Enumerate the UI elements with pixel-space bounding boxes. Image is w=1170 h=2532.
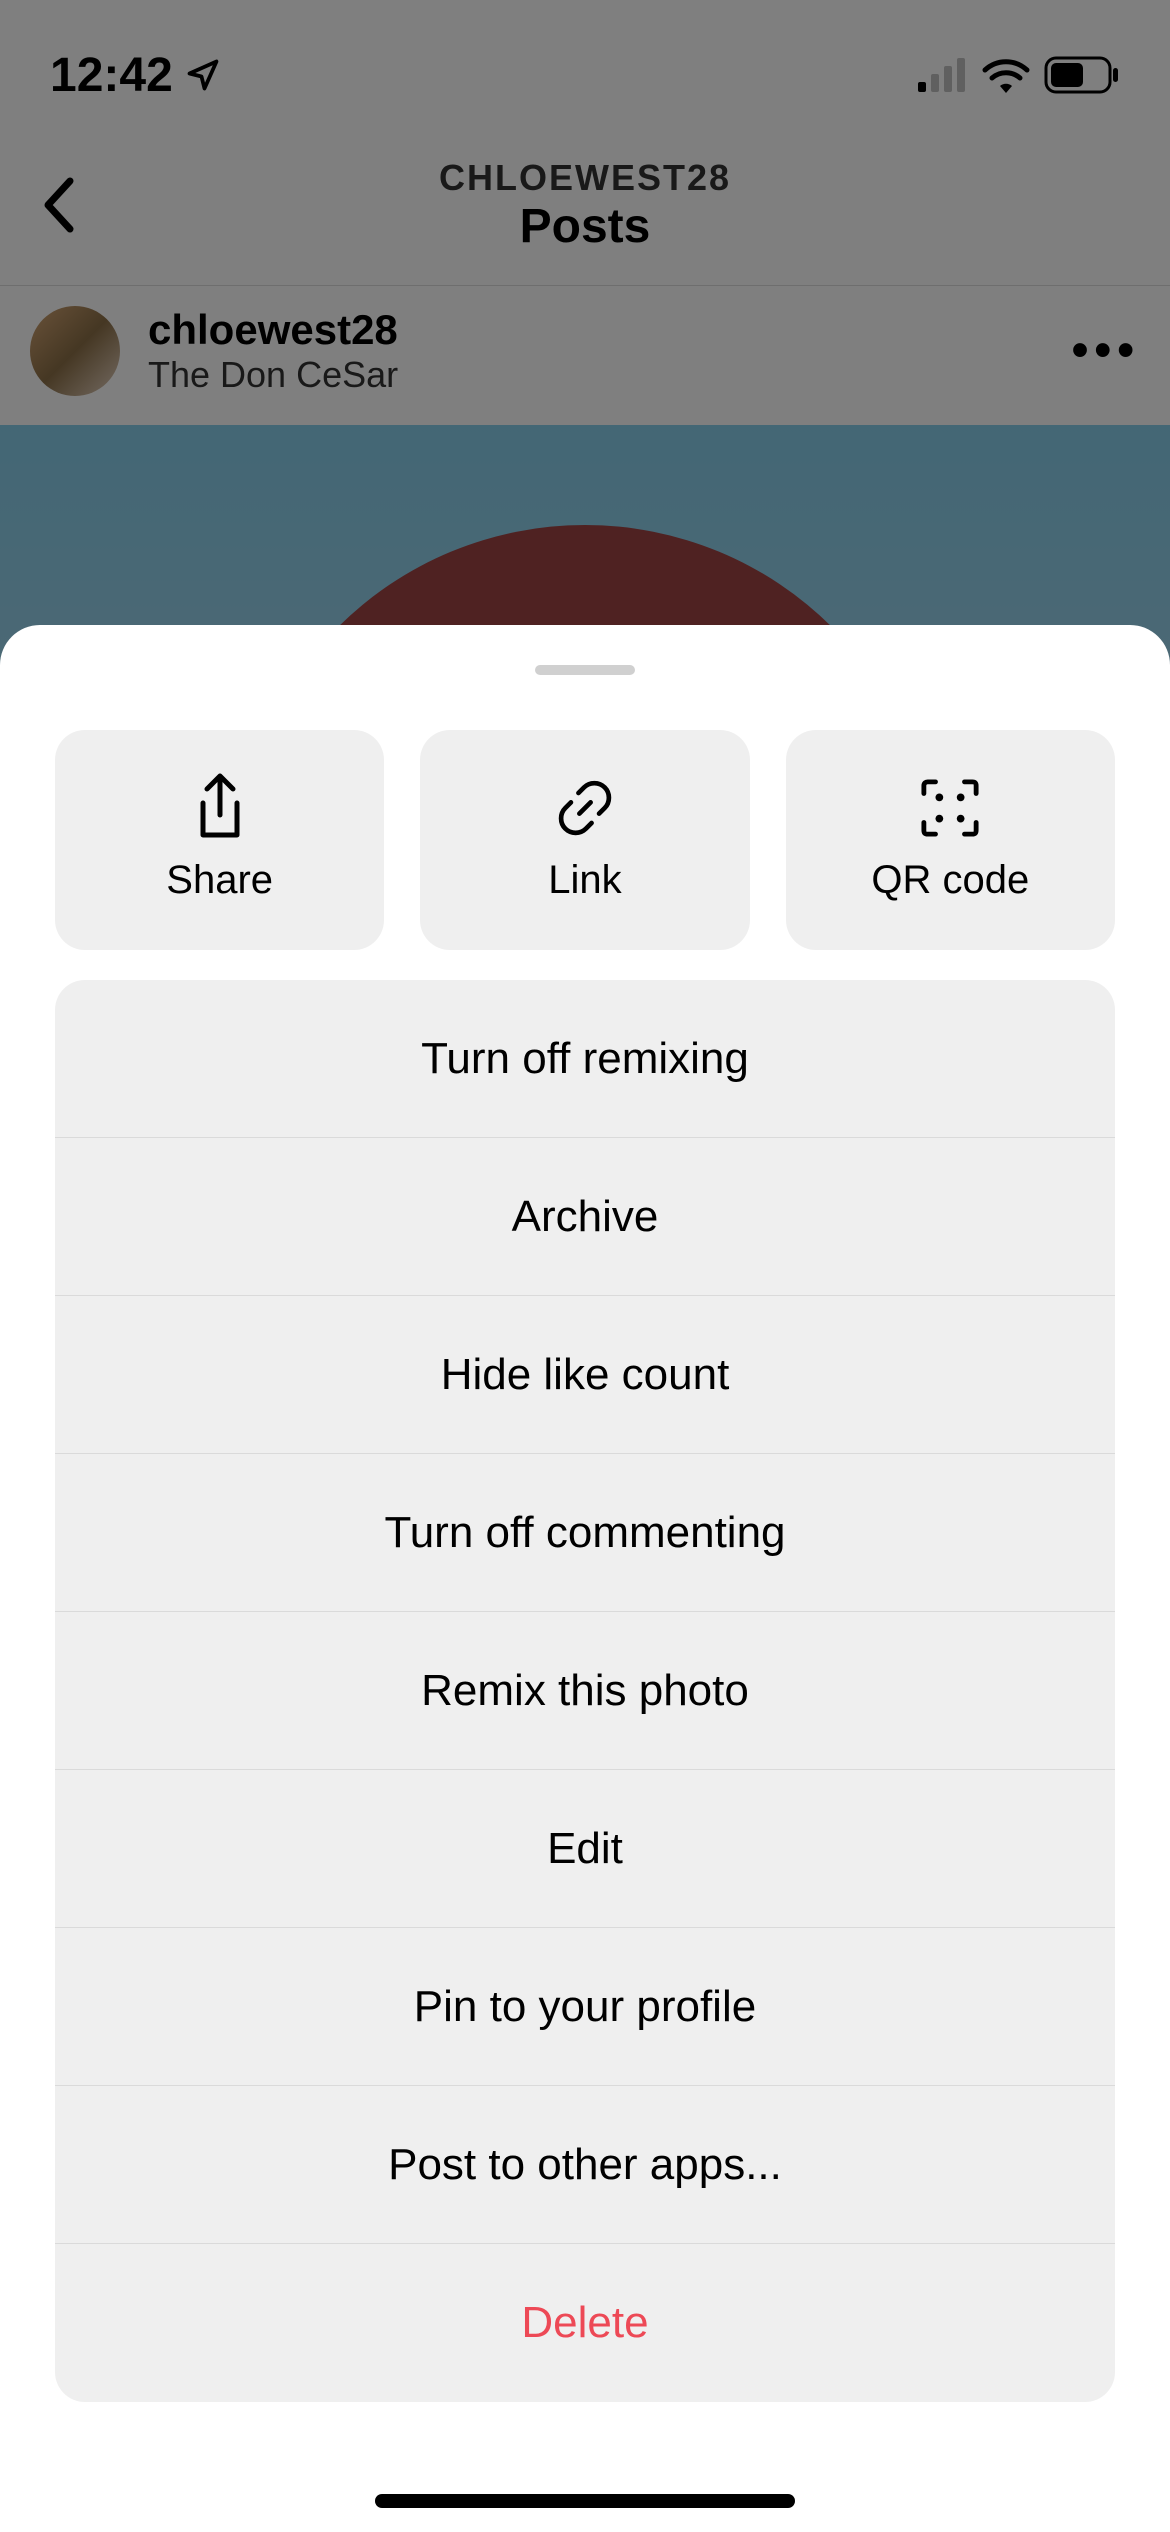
menu-item-delete[interactable]: Delete: [55, 2244, 1115, 2402]
link-icon: [555, 778, 615, 838]
menu-item-edit[interactable]: Edit: [55, 1770, 1115, 1928]
menu-item-pin-to-your-profile[interactable]: Pin to your profile: [55, 1928, 1115, 2086]
link-label: Link: [548, 858, 621, 903]
link-button[interactable]: Link: [420, 730, 749, 950]
share-button[interactable]: Share: [55, 730, 384, 950]
menu-item-post-to-other-apps[interactable]: Post to other apps...: [55, 2086, 1115, 2244]
menu-item-archive[interactable]: Archive: [55, 1138, 1115, 1296]
qr-code-button[interactable]: QR code: [786, 730, 1115, 950]
action-sheet: Share Link: [0, 625, 1170, 2532]
menu-item-remix-this-photo[interactable]: Remix this photo: [55, 1612, 1115, 1770]
share-icon: [190, 778, 250, 838]
qr-code-label: QR code: [871, 858, 1029, 903]
menu-item-turn-off-remixing[interactable]: Turn off remixing: [55, 980, 1115, 1138]
menu-list: Turn off remixing Archive Hide like coun…: [55, 980, 1115, 2402]
menu-item-turn-off-commenting[interactable]: Turn off commenting: [55, 1454, 1115, 1612]
home-indicator[interactable]: [375, 2494, 795, 2508]
share-label: Share: [166, 858, 273, 903]
menu-item-hide-like-count[interactable]: Hide like count: [55, 1296, 1115, 1454]
qr-code-icon: [920, 778, 980, 838]
sheet-handle[interactable]: [535, 665, 635, 675]
top-actions-row: Share Link: [0, 730, 1170, 950]
